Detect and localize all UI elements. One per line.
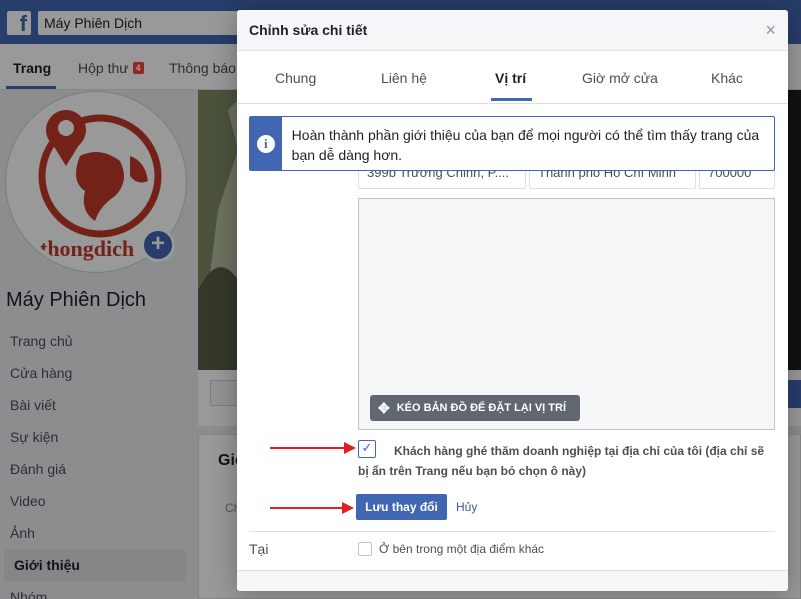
active-tab-indicator [491, 98, 532, 101]
tab-other[interactable]: Khác [711, 70, 743, 86]
visit-address-label: Khách hàng ghé thăm doanh nghiệp tại địa… [358, 444, 765, 478]
arrow-to-save-icon [270, 502, 354, 514]
info-icon: i [256, 134, 275, 153]
tab-general[interactable]: Chung [275, 70, 316, 86]
location-label: Tại [249, 541, 269, 557]
cancel-link[interactable]: Hủy [456, 500, 477, 514]
save-changes-button[interactable]: Lưu thay đổi [356, 494, 447, 520]
inside-other-place-checkbox[interactable] [358, 542, 372, 556]
tab-hours[interactable]: Giờ mở cửa [582, 70, 658, 86]
info-banner: i Hoàn thành phần giới thiệu của bạn để … [249, 116, 775, 171]
tab-location[interactable]: Vị trí [495, 70, 526, 86]
info-icon-wrap: i [250, 117, 282, 170]
info-text: Hoàn thành phần giới thiệu của bạn để mọ… [291, 127, 760, 163]
close-icon[interactable]: × [765, 20, 776, 41]
divider [249, 531, 775, 532]
tab-contact[interactable]: Liên hệ [381, 70, 427, 86]
dialog-title: Chỉnh sửa chi tiết [249, 22, 368, 38]
drag-map-button[interactable]: ✥ KÉO BẢN ĐỒ ĐỂ ĐẶT LẠI VỊ TRÍ [370, 395, 580, 421]
dialog-header: Chỉnh sửa chi tiết × [237, 10, 788, 51]
tabs-divider [237, 103, 788, 104]
inside-other-place-label: Ở bên trong một địa điểm khác [379, 542, 545, 556]
dialog-footer [237, 570, 788, 591]
arrow-to-checkbox-icon [270, 442, 356, 454]
move-icon: ✥ [378, 399, 390, 416]
drag-map-label: KÉO BẢN ĐỒ ĐỂ ĐẶT LẠI VỊ TRÍ [396, 402, 567, 414]
